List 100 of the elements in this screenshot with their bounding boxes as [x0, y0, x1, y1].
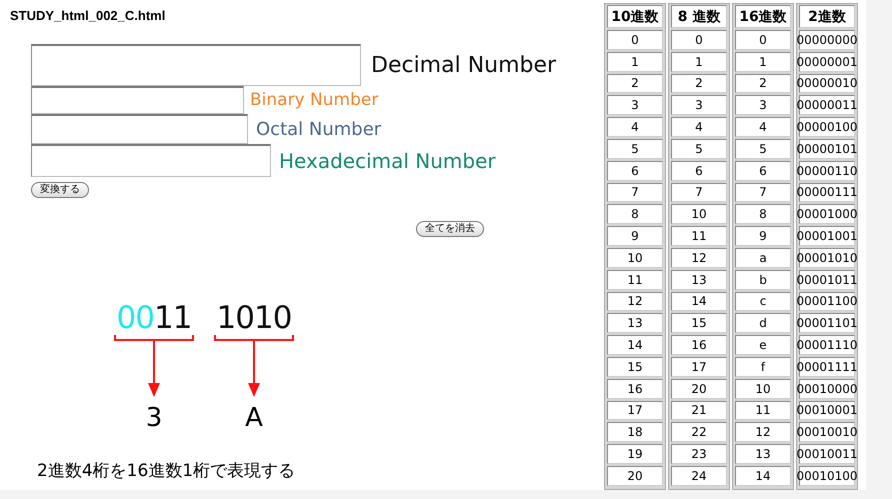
table-cell: 00000111 — [799, 182, 855, 202]
table-cell: 2 — [671, 74, 727, 94]
table-cell: 00000101 — [799, 138, 855, 159]
table-cell: 3 — [607, 95, 663, 116]
table-cell: 16 — [607, 378, 663, 399]
number-input-field[interactable] — [31, 86, 244, 114]
table-cell: 10 — [607, 248, 663, 268]
page-title: STUDY_html_002_C.html — [9, 7, 166, 25]
table-cell: 00001010 — [799, 248, 855, 268]
table-cell: 00000100 — [799, 117, 855, 137]
table-cell: 6 — [607, 160, 663, 181]
table-cell: a — [735, 248, 791, 268]
table-cell: 1 — [671, 52, 727, 72]
table-cell: 11 — [671, 226, 727, 246]
table-cell: 11 — [607, 270, 663, 290]
table-cell: 00001011 — [799, 270, 855, 290]
table-cell: 12 — [735, 422, 791, 442]
convert-button[interactable]: 変換する — [31, 182, 89, 198]
table-cell: 6 — [735, 160, 791, 181]
down-arrow-icon — [148, 341, 160, 397]
table-cell: 0 — [735, 30, 791, 50]
table-cell: 00010100 — [799, 466, 855, 486]
hex-digit: 3 — [146, 403, 162, 433]
field-label: Octal Number — [256, 118, 382, 140]
table-cell: 4 — [607, 117, 663, 137]
field-label: Binary Number — [250, 90, 378, 110]
table-cell: 00000001 — [799, 52, 855, 72]
table-cell: 2 — [735, 74, 791, 94]
table-cell: 00001000 — [799, 204, 855, 224]
table-cell: 11 — [735, 400, 791, 420]
table-cell: 00000000 — [799, 30, 855, 50]
table-cell: 4 — [671, 117, 727, 137]
table-cell: 8 — [735, 204, 791, 224]
table-cell: 5 — [671, 138, 727, 159]
table-cell: 17 — [607, 400, 663, 420]
table-cell: 16 — [671, 335, 727, 355]
table-cell: 00000110 — [799, 160, 855, 181]
table-cell: 12 — [671, 248, 727, 268]
table-cell: 00001111 — [799, 356, 855, 377]
caption: 2進数4桁を16進数1桁で表現する — [37, 460, 296, 482]
table-cell: 20 — [607, 466, 663, 486]
column-header: 16進数 — [735, 5, 791, 28]
table-cell: 9 — [607, 226, 663, 246]
table-cell: 14 — [671, 292, 727, 312]
table-cell: 4 — [735, 117, 791, 137]
hex-digit: A — [245, 403, 263, 433]
table-cell: 20 — [671, 378, 727, 399]
table-cell: 24 — [671, 466, 727, 486]
table-cell: 23 — [671, 444, 727, 464]
table-cell: 5 — [735, 138, 791, 159]
table-cell: b — [735, 270, 791, 290]
table-cell: 00001001 — [799, 226, 855, 246]
table-cell: 00001100 — [799, 292, 855, 312]
table-cell: e — [735, 335, 791, 355]
table-cell: 0 — [671, 30, 727, 50]
field-label: Hexadecimal Number — [279, 148, 496, 172]
field-label: Decimal Number — [371, 52, 556, 78]
binary-digits: 0011 — [116, 301, 192, 335]
table-cell: 10 — [735, 378, 791, 399]
number-input-field[interactable] — [31, 44, 361, 86]
column-header: 10進数 — [607, 5, 663, 28]
table-cell: 10 — [671, 204, 727, 224]
number-input-field[interactable] — [31, 114, 248, 144]
table-cell: 00001101 — [799, 313, 855, 334]
table-cell: 12 — [607, 292, 663, 312]
table-cell: 00010001 — [799, 400, 855, 420]
table-cell: 3 — [671, 95, 727, 116]
table-cell: 21 — [671, 400, 727, 420]
table-cell: c — [735, 292, 791, 312]
table-cell: 18 — [607, 422, 663, 442]
table-cell: f — [735, 356, 791, 377]
table-cell: 3 — [735, 95, 791, 116]
number-input-field[interactable] — [31, 144, 271, 177]
table-cell: 13 — [607, 313, 663, 334]
clear-all-button[interactable]: 全てを消去 — [416, 221, 484, 237]
table-cell: 00010010 — [799, 422, 855, 442]
binary-digits: 1010 — [216, 301, 292, 335]
table-cell: 17 — [671, 356, 727, 377]
table-cell: 15 — [607, 356, 663, 377]
table-cell: 1 — [735, 52, 791, 72]
table-cell: 00001110 — [799, 335, 855, 355]
table-cell: 15 — [671, 313, 727, 334]
table-cell: 13 — [735, 444, 791, 464]
table-cell: 14 — [607, 335, 663, 355]
table-cell: 9 — [735, 226, 791, 246]
table-cell: 0 — [607, 30, 663, 50]
table-cell: 8 — [607, 204, 663, 224]
table-cell: 22 — [671, 422, 727, 442]
table-cell: 00000011 — [799, 95, 855, 116]
table-cell: 1 — [607, 52, 663, 72]
table-cell: d — [735, 313, 791, 334]
table-cell: 19 — [607, 444, 663, 464]
column-header: 8 進数 — [671, 5, 727, 28]
table-cell: 7 — [735, 182, 791, 202]
table-cell: 13 — [671, 270, 727, 290]
table-cell: 00000010 — [799, 74, 855, 94]
column-header: 2進数 — [799, 5, 855, 28]
table-cell: 7 — [671, 182, 727, 202]
table-cell: 00010011 — [799, 444, 855, 464]
table-cell: 6 — [671, 160, 727, 181]
